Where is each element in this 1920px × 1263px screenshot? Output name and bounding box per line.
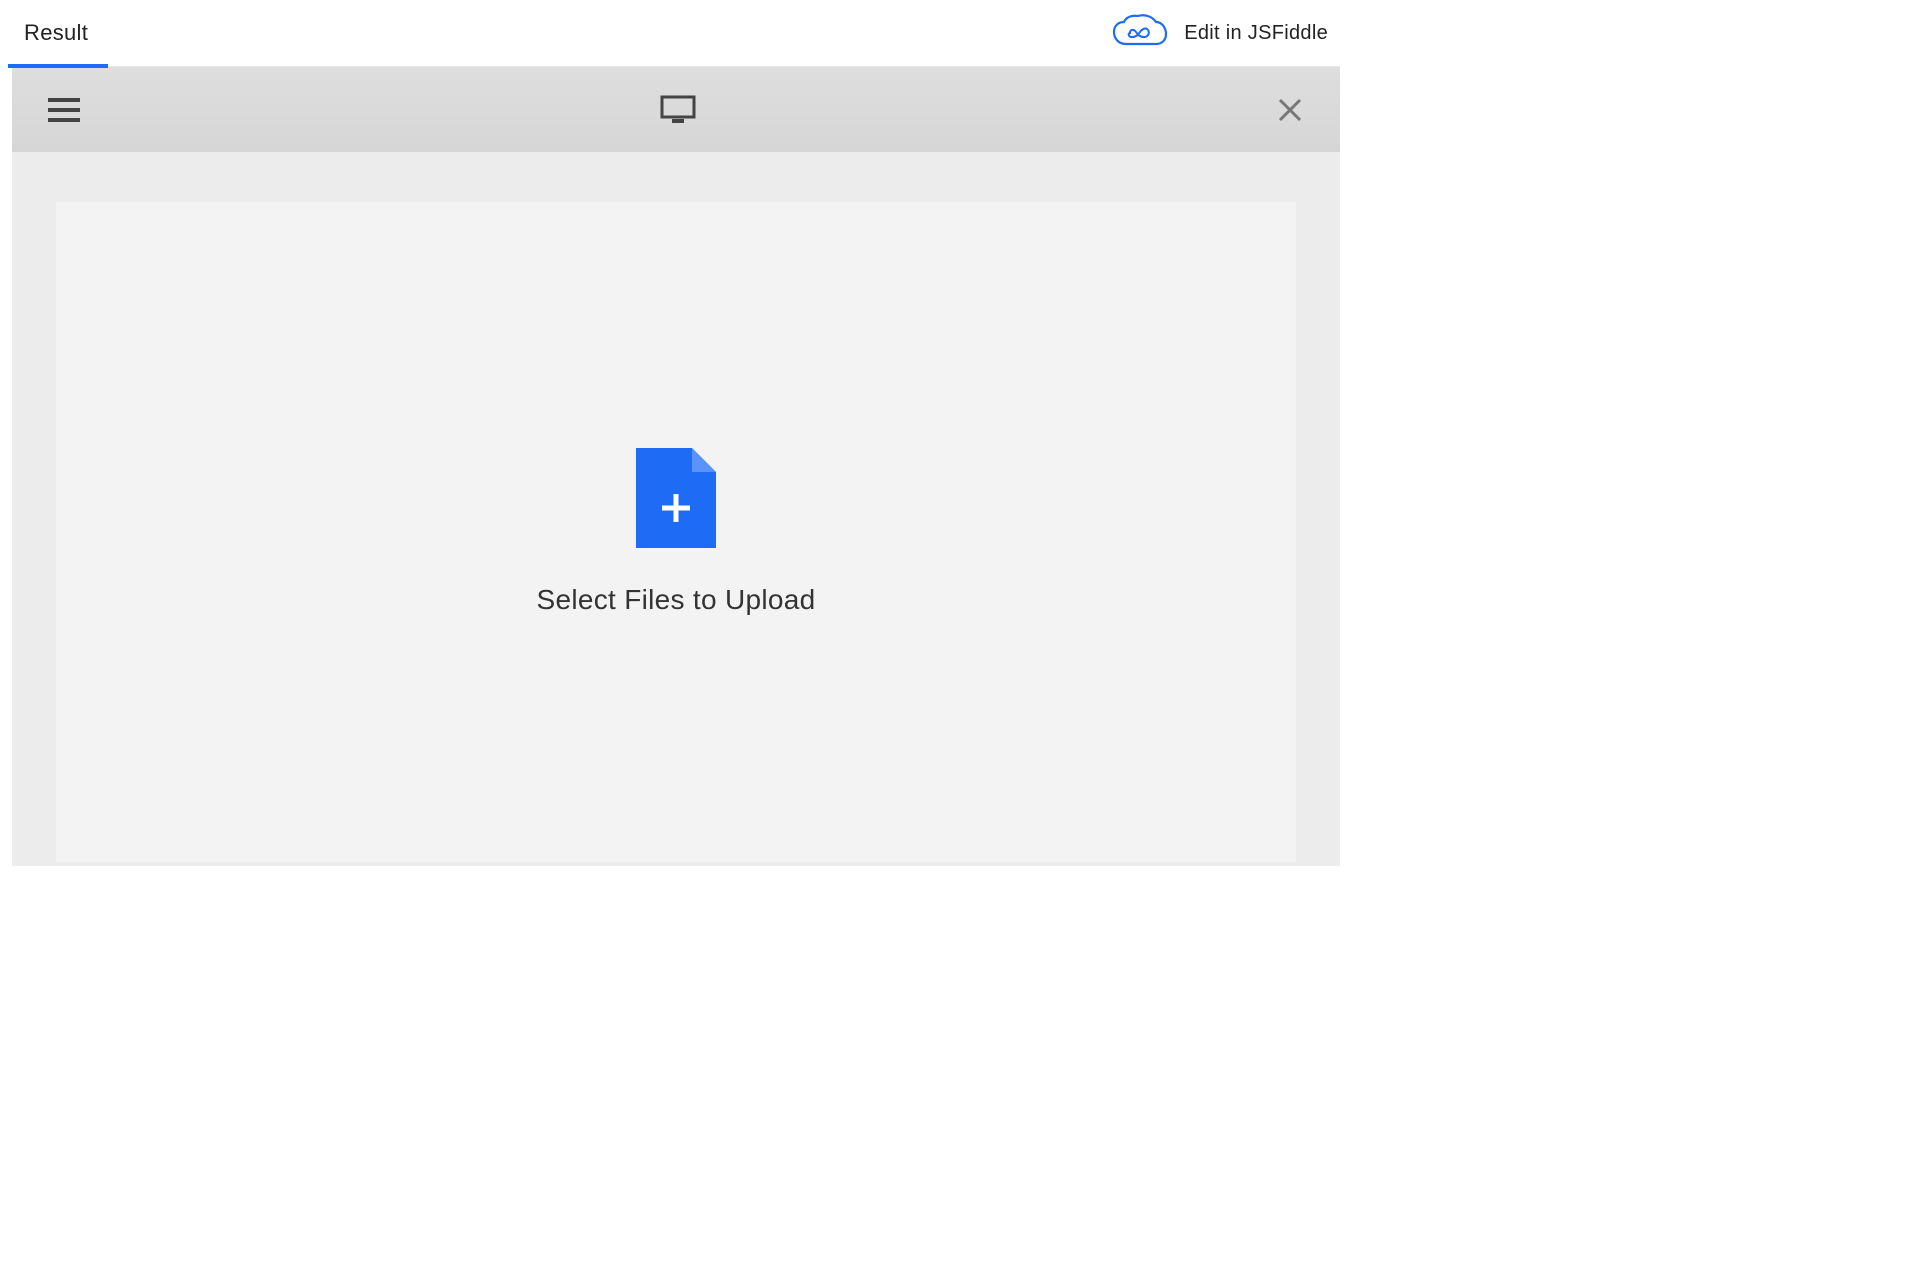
tab-label: Result xyxy=(24,20,88,45)
app-wrapper: Result Edit in JSFiddle xyxy=(0,0,1352,866)
toolbar-center xyxy=(80,95,1276,125)
file-plus-icon[interactable] xyxy=(636,448,716,548)
tab-result[interactable]: Result xyxy=(24,2,88,64)
close-icon[interactable] xyxy=(1276,96,1304,124)
edit-link-label: Edit in JSFiddle xyxy=(1184,22,1328,44)
top-right-actions: Edit in JSFiddle xyxy=(1112,14,1328,52)
upload-prompt-text: Select Files to Upload xyxy=(537,584,816,616)
content-area: Select Files to Upload xyxy=(12,152,1340,866)
hamburger-icon[interactable] xyxy=(48,98,80,122)
top-bar: Result Edit in JSFiddle xyxy=(0,0,1352,66)
edit-in-jsfiddle-link[interactable]: Edit in JSFiddle xyxy=(1184,22,1328,45)
cloud-infinity-icon[interactable] xyxy=(1112,14,1168,52)
tab-active-underline xyxy=(8,64,108,68)
monitor-icon[interactable] xyxy=(660,95,696,125)
upload-dropzone[interactable]: Select Files to Upload xyxy=(56,202,1296,862)
tab-area: Result xyxy=(24,0,88,66)
toolbar xyxy=(12,66,1340,152)
